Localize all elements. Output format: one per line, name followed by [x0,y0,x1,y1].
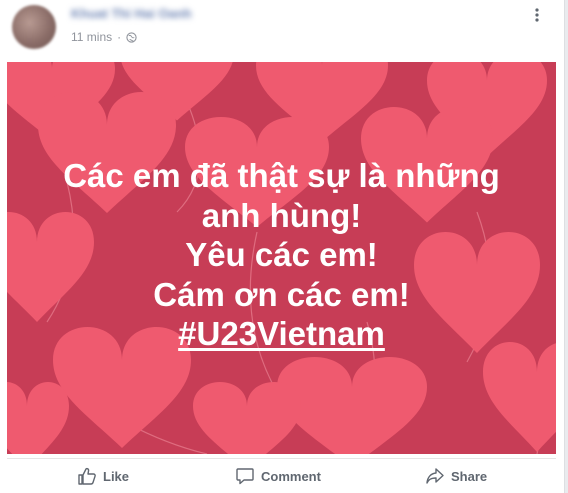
share-icon [426,468,444,484]
like-button[interactable]: Like [77,463,129,489]
avatar[interactable] [12,5,56,49]
message-line-3: Yêu các em! [185,236,378,273]
message-line-1: Các em đã thật sự là những [63,157,500,194]
thumbs-up-icon [78,467,96,485]
post-image[interactable]: Các em đã thật sự là những anh hùng! Yêu… [7,62,556,454]
message-line-2: anh hùng! [201,196,362,234]
post-header: Khuat Thi Hai Oanh 11 mins · [0,0,565,62]
message-line-4: Cám ơn các em! [153,275,410,313]
post-message: Các em đã thật sự là những anh hùng! Yêu… [7,156,556,354]
share-label: Share [451,468,488,484]
hashtag-link[interactable]: #U23Vietnam [178,315,385,352]
comment-label: Comment [261,468,321,484]
post-actions: Like Comment Share [7,458,556,493]
timestamp[interactable]: 11 mins [71,30,112,44]
share-button[interactable]: Share [425,463,487,489]
post-card: Khuat Thi Hai Oanh 11 mins · Các em đã t… [0,0,565,493]
meta-separator: · [117,30,122,44]
post-meta: 11 mins · [71,29,137,45]
more-vertical-icon[interactable] [527,8,547,28]
like-label: Like [103,468,130,484]
comment-button[interactable]: Comment [235,463,321,489]
author-name[interactable]: Khuat Thi Hai Oanh [71,6,221,22]
comment-icon [236,468,254,485]
globe-icon[interactable] [126,31,137,43]
